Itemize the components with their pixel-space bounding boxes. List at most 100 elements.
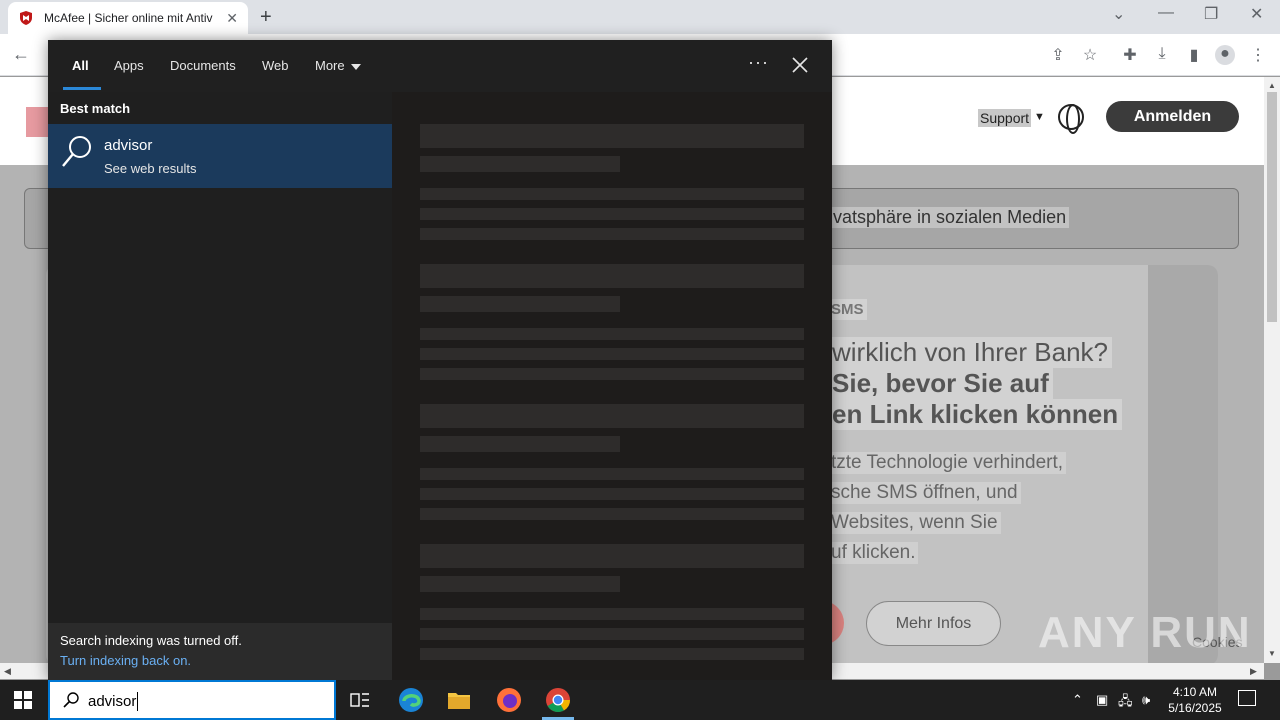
hero-heading-line: en Link klicken können	[828, 399, 1123, 430]
chrome-icon[interactable]	[534, 680, 582, 720]
hero-paragraph-line: tzte Technologie verhindert,	[828, 452, 1067, 474]
loading-placeholder	[420, 508, 804, 520]
scrollbar-thumb[interactable]	[1267, 92, 1277, 322]
edge-icon[interactable]	[387, 680, 435, 720]
extensions-puzzle-icon[interactable]: ✚	[1120, 45, 1140, 65]
bookmark-star-icon[interactable]: ☆	[1080, 45, 1100, 65]
tab-web[interactable]: Web	[262, 58, 289, 73]
tab-search-chevron-icon[interactable]: ⌄	[1112, 4, 1125, 24]
search-icon	[62, 136, 91, 167]
loading-placeholder	[420, 468, 804, 480]
windows-start-icon[interactable]	[14, 691, 32, 709]
loading-placeholder	[420, 628, 804, 640]
tab-title: McAfee | Sicher online mit Antiv	[44, 11, 213, 25]
vertical-scrollbar[interactable]: ▲ ▼	[1264, 77, 1280, 663]
indexing-notice-text: Search indexing was turned off.	[60, 633, 242, 648]
loading-placeholder	[420, 228, 804, 240]
taskbar-search-box[interactable]: advisor	[48, 680, 336, 720]
best-match-result[interactable]: advisor See web results	[48, 124, 392, 188]
firefox-icon[interactable]	[485, 680, 533, 720]
window-close-icon[interactable]: ✕	[1250, 4, 1263, 24]
hero-tag: SMS	[828, 299, 867, 320]
scroll-down-icon[interactable]: ▼	[1268, 649, 1276, 658]
loading-placeholder	[420, 328, 804, 340]
hero-heading-line: wirklich von Ihrer Bank?	[828, 337, 1112, 368]
taskbar: advisor ⌃ ▣ 🖧 🕪 4:10 AM 5/16/2025	[0, 680, 1280, 720]
mcafee-shield-icon	[20, 11, 32, 25]
close-icon[interactable]	[790, 53, 810, 77]
hero-image	[1148, 265, 1218, 663]
new-tab-button[interactable]: +	[260, 6, 272, 29]
tab-all[interactable]: All	[72, 58, 89, 73]
mcafee-logo[interactable]	[26, 107, 50, 137]
globe-icon[interactable]	[1058, 104, 1084, 134]
show-hidden-icons-chevron[interactable]: ⌃	[1072, 692, 1083, 708]
loading-placeholder	[420, 208, 804, 220]
browser-tab[interactable]: McAfee | Sicher online mit Antiv ✕	[8, 2, 248, 34]
loading-placeholder	[420, 264, 804, 288]
loading-placeholder	[420, 648, 804, 660]
task-view-icon[interactable]	[336, 680, 384, 720]
hero-paragraph-line: sche SMS öffnen, und	[828, 482, 1021, 504]
minimize-icon[interactable]: —	[1158, 4, 1174, 22]
search-scope-tabs: All Apps Documents Web More ···	[48, 40, 832, 92]
hero-heading-line: Sie, bevor Sie auf	[828, 368, 1053, 399]
tab-apps[interactable]: Apps	[114, 58, 144, 73]
chevron-down-icon[interactable]: ▼	[1034, 111, 1045, 123]
tab-close-icon[interactable]: ✕	[226, 10, 238, 27]
loading-placeholder	[420, 188, 804, 200]
loading-placeholder	[420, 124, 804, 148]
active-tab-indicator	[63, 87, 101, 90]
results-pane: Best match advisor See web results Searc…	[48, 92, 392, 680]
tab-more[interactable]: More	[315, 58, 361, 73]
browser-tab-bar: McAfee | Sicher online mit Antiv ✕ + ⌄ —…	[0, 0, 1280, 34]
scroll-up-icon[interactable]: ▲	[1268, 81, 1276, 90]
best-match-heading: Best match	[60, 101, 131, 116]
loading-placeholder	[420, 296, 620, 312]
hero-paragraph-line: uf klicken.	[828, 542, 919, 564]
notification-center-icon[interactable]	[1238, 690, 1256, 706]
anyrun-watermark: ANY RUN	[1038, 608, 1252, 657]
search-icon	[63, 692, 79, 708]
more-info-button[interactable]: Mehr Infos	[866, 601, 1001, 646]
file-explorer-icon[interactable]	[435, 680, 483, 720]
volume-icon[interactable]: 🕪	[1142, 692, 1150, 708]
result-title: advisor	[104, 137, 153, 154]
scroll-left-icon[interactable]: ◀	[4, 666, 11, 677]
share-icon[interactable]: ⇪	[1048, 45, 1068, 65]
loading-placeholder	[420, 348, 804, 360]
indexing-notice: Search indexing was turned off. Turn ind…	[48, 623, 392, 680]
restore-icon[interactable]: ❐	[1204, 4, 1218, 24]
login-button[interactable]: Anmelden	[1106, 101, 1239, 132]
caret-down-icon	[350, 63, 361, 70]
scroll-right-icon[interactable]: ▶	[1250, 666, 1257, 677]
tab-documents[interactable]: Documents	[170, 58, 236, 73]
loading-placeholder	[420, 368, 804, 380]
turn-indexing-on-link[interactable]: Turn indexing back on.	[60, 653, 191, 668]
side-panel-icon[interactable]: ▮	[1184, 45, 1204, 65]
loading-placeholder	[420, 156, 620, 172]
options-ellipsis-icon[interactable]: ···	[748, 52, 769, 73]
download-icon[interactable]: ⤓	[1152, 45, 1172, 65]
system-clock[interactable]: 4:10 AM 5/16/2025	[1160, 684, 1230, 716]
loading-placeholder	[420, 544, 804, 568]
loading-placeholder	[420, 608, 804, 620]
profile-avatar-icon[interactable]: ●	[1215, 45, 1235, 65]
loading-placeholder	[420, 488, 804, 500]
device-icon[interactable]: ▣	[1096, 692, 1108, 708]
search-input[interactable]: advisor	[88, 693, 136, 710]
result-subtitle: See web results	[104, 161, 197, 176]
loading-placeholder	[420, 576, 620, 592]
search-flyout: All Apps Documents Web More ··· Best mat…	[48, 40, 832, 680]
network-icon[interactable]: 🖧	[1118, 692, 1133, 714]
tab-more-label: More	[315, 58, 345, 73]
clock-time: 4:10 AM	[1172, 685, 1218, 699]
text-caret	[137, 692, 138, 711]
back-button[interactable]: ←	[12, 44, 30, 65]
loading-placeholder	[420, 436, 620, 452]
topic-text: vatsphäre in sozialen Medien	[830, 207, 1070, 228]
hero-paragraph-line: Websites, wenn Sie	[828, 512, 1001, 534]
browser-menu-icon[interactable]: ⋮	[1248, 45, 1268, 65]
support-menu[interactable]: Support	[978, 109, 1032, 127]
preview-pane-loading	[392, 92, 832, 680]
